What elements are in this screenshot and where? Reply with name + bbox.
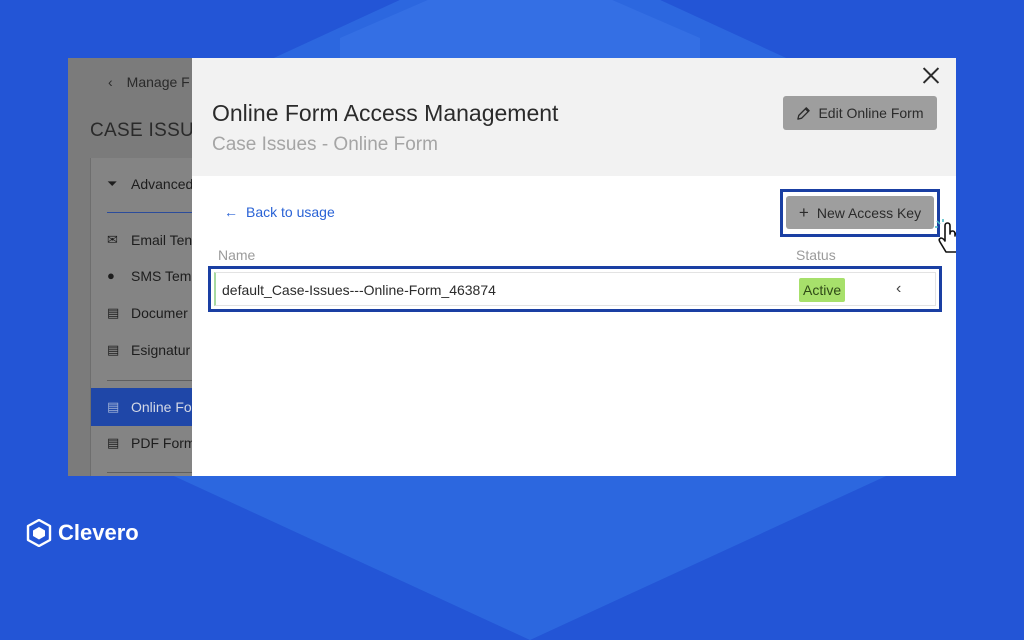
modal-title: Online Form Access Management bbox=[212, 100, 559, 126]
sidebar-panel: ⏷ Advanced ✉ Email Ten ● SMS Tem ▤ Documer ▤… bbox=[90, 158, 207, 476]
underlying-page: ‹ Manage F CASE ISSUI ⏷ Advanced ✉ Email Te… bbox=[68, 58, 207, 476]
access-key-name: default_Case-Issues---Online-Form_463874 bbox=[222, 282, 496, 298]
new-access-key-button[interactable]: + New Access Key bbox=[786, 196, 934, 229]
chevron-left-icon: ‹ bbox=[108, 74, 113, 90]
chat-bubble-icon: ● bbox=[107, 268, 115, 283]
close-icon[interactable] bbox=[922, 66, 940, 84]
document-icon: ▤ bbox=[107, 305, 120, 320]
modal-header: Online Form Access Management Case Issue… bbox=[192, 58, 956, 176]
column-header-status: Status bbox=[796, 247, 836, 263]
plus-icon: + bbox=[798, 202, 809, 222]
pdf-file-icon: ▤ bbox=[107, 342, 120, 357]
column-header-name: Name bbox=[218, 247, 256, 263]
sidebar-item-online-forms-selected[interactable]: ▤ Online Fo bbox=[91, 388, 201, 426]
sidebar-item-email[interactable]: ✉ Email Ten bbox=[107, 232, 192, 248]
sidebar-item-esignature[interactable]: ▤ Esignatur bbox=[107, 342, 190, 358]
back-to-usage-link[interactable]: ← Back to usage bbox=[224, 204, 335, 220]
sidebar-item-online-forms[interactable]: ▤ Online Fo bbox=[107, 399, 192, 415]
access-management-modal: Online Form Access Management Case Issue… bbox=[192, 58, 956, 476]
table-row[interactable]: default_Case-Issues---Online-Form_463874… bbox=[214, 272, 936, 306]
sidebar-item-documents[interactable]: ▤ Documer bbox=[107, 305, 188, 321]
status-badge: Active bbox=[799, 278, 846, 302]
manage-back-link[interactable]: ‹ Manage F bbox=[108, 74, 190, 90]
sidebar-item-advanced[interactable]: ⏷ Advanced bbox=[107, 176, 193, 192]
brand-logo: Clevero bbox=[26, 519, 139, 547]
pointer-hand-icon bbox=[935, 219, 956, 253]
chevron-left-icon[interactable]: ‹ bbox=[896, 280, 901, 298]
envelope-icon: ✉ bbox=[107, 232, 118, 247]
case-title: CASE ISSUI bbox=[90, 120, 200, 141]
sidebar-item-sms[interactable]: ● SMS Tem bbox=[107, 268, 191, 284]
access-key-row-highlight: default_Case-Issues---Online-Form_463874… bbox=[208, 266, 942, 312]
edit-online-form-button[interactable]: Edit Online Form bbox=[783, 96, 937, 130]
modal-subtitle: Case Issues - Online Form bbox=[212, 134, 438, 155]
sidebar-item-pdf-forms[interactable]: ▤ PDF Form bbox=[107, 435, 196, 451]
brand-name: Clevero bbox=[58, 520, 139, 545]
pencil-icon bbox=[797, 106, 811, 120]
form-file-icon: ▤ bbox=[107, 399, 120, 414]
clevero-logo-icon bbox=[26, 519, 52, 547]
arrow-left-icon: ← bbox=[224, 204, 238, 220]
new-access-key-highlight: + New Access Key bbox=[780, 189, 940, 237]
app-window: ‹ Manage F CASE ISSUI ⏷ Advanced ✉ Email Te… bbox=[68, 58, 956, 476]
pdf-form-icon: ▤ bbox=[107, 435, 120, 450]
filter-icon: ⏷ bbox=[107, 176, 118, 191]
